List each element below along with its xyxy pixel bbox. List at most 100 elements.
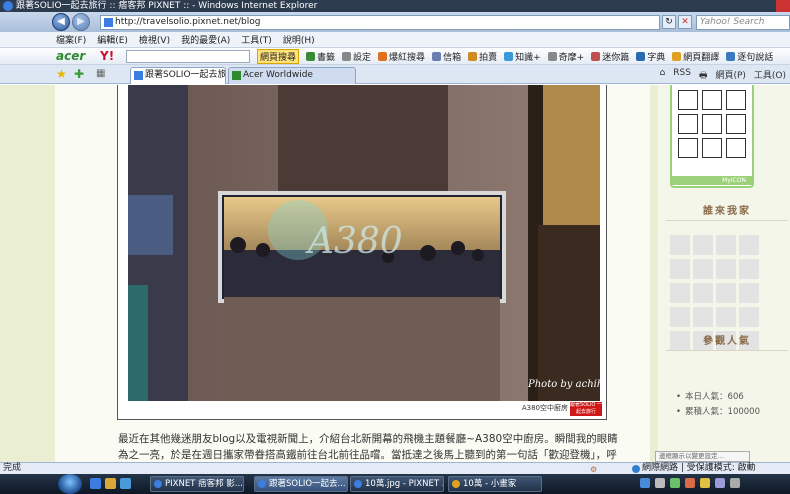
stat-today: 本日人氣：606	[676, 390, 760, 405]
quick-tabs-icon[interactable]: ▦	[96, 68, 108, 80]
icon-slot[interactable]	[726, 138, 746, 158]
icon-slot[interactable]	[702, 138, 722, 158]
command-bar-item[interactable]: ⌂	[660, 68, 666, 84]
watermark-stamp: 跟著SOLIO 一起去旅行	[570, 402, 602, 416]
visitor-avatar[interactable]	[693, 307, 713, 327]
toolbar-search-input[interactable]	[126, 49, 250, 63]
toolbar-button[interactable]: 字典	[636, 50, 665, 63]
taskbar: PIXNET 痞客邦 影... 跟著SOLIO一起去... 10萬.jpg - PI…	[0, 474, 790, 494]
search-input[interactable]: Yahoo! Search	[696, 15, 790, 30]
maximize-button[interactable]	[762, 0, 776, 12]
icon-slot[interactable]	[678, 138, 698, 158]
toolbar-button[interactable]: 設定	[342, 50, 371, 63]
folder-quicklaunch-icon[interactable]	[105, 478, 116, 489]
visitor-avatar[interactable]	[739, 235, 759, 255]
command-bar-item[interactable]: 工具(O)	[754, 68, 786, 84]
tab-label: 跟著SOLIO一起去旅行 ...	[145, 70, 226, 80]
menu-item[interactable]: 編輯(E)	[97, 33, 128, 46]
visitor-avatar[interactable]	[670, 235, 690, 255]
start-button[interactable]	[58, 474, 82, 494]
toolbar-button[interactable]: 知識+	[504, 50, 541, 63]
minimize-button[interactable]	[748, 0, 762, 12]
task-app-icon	[354, 480, 362, 488]
toolbar-button-label: 迷你篇	[602, 52, 630, 63]
toolbar-button[interactable]: 拍賣	[468, 50, 497, 63]
menu-item[interactable]: 檔案(F)	[56, 33, 86, 46]
icon-slot[interactable]	[726, 114, 746, 134]
toolbar-button[interactable]: 迷你篇	[591, 50, 629, 63]
visitor-avatar[interactable]	[693, 235, 713, 255]
yahoo-logo[interactable]: Y!	[100, 49, 122, 63]
acer-logo[interactable]: acer	[56, 49, 88, 63]
toolbar-button-icon	[726, 51, 736, 61]
visitor-avatar[interactable]	[670, 259, 690, 279]
visitor-avatar[interactable]	[693, 283, 713, 303]
toolbar-button[interactable]: 網頁搜尋	[257, 48, 300, 64]
command-bar-item[interactable]: 網頁(P)	[715, 68, 745, 84]
taskbar-task[interactable]: PIXNET 痞客邦 影...	[150, 476, 244, 492]
icon-slot[interactable]	[726, 90, 746, 110]
visitor-avatar[interactable]	[716, 307, 736, 327]
visitor-avatar[interactable]	[739, 283, 759, 303]
tab-favicon-icon	[232, 71, 241, 80]
desktop-quicklaunch-icon[interactable]	[120, 478, 131, 489]
toolbar-button-label: 書籤	[317, 52, 336, 63]
volume-tray-icon[interactable]	[655, 478, 665, 488]
app-tray-icon[interactable]	[715, 478, 725, 488]
toolbar-button-icon	[672, 51, 682, 61]
taskbar-task[interactable]: 跟著SOLIO一起去...	[254, 476, 348, 492]
back-button[interactable]: ◀	[52, 13, 70, 31]
browser-tab[interactable]: 跟著SOLIO一起去旅行 ...	[130, 67, 226, 84]
icon-grid	[678, 90, 746, 158]
task-label: 10萬 - 小畫家	[463, 479, 517, 489]
stop-icon[interactable]: ✕	[678, 15, 692, 29]
close-window-button[interactable]	[776, 0, 790, 12]
ie-quicklaunch-icon[interactable]	[90, 478, 101, 489]
network-tray-icon[interactable]	[640, 478, 650, 488]
stat-total: 累積人氣：100000	[676, 405, 760, 420]
toolbar-button-icon	[342, 51, 352, 61]
refresh-icon[interactable]: ↻	[662, 15, 676, 29]
toolbar-button[interactable]: 逐句說話	[726, 50, 773, 63]
visitor-avatar[interactable]	[716, 283, 736, 303]
browser-tab[interactable]: Acer Worldwide	[228, 67, 356, 84]
visitor-avatar[interactable]	[716, 259, 736, 279]
command-bar-item[interactable]: RSS	[673, 68, 691, 84]
toolbar-button[interactable]: 爆紅搜尋	[378, 50, 425, 63]
security-icon[interactable]: ⚙	[590, 464, 599, 474]
visitor-avatar[interactable]	[716, 235, 736, 255]
icon-slot[interactable]	[702, 114, 722, 134]
address-input[interactable]: http://travelsolio.pixnet.net/blog	[100, 15, 660, 30]
menu-item[interactable]: 檢視(V)	[139, 33, 170, 46]
app-tray-icon[interactable]	[730, 478, 740, 488]
visitor-avatar[interactable]	[670, 307, 690, 327]
icon-slot[interactable]	[678, 90, 698, 110]
toolbar-button-label: 爆紅搜尋	[389, 52, 426, 63]
taskbar-task[interactable]: 10萬.jpg - PIXNET ...	[350, 476, 444, 492]
menu-item[interactable]: 我的最愛(A)	[181, 33, 230, 46]
toolbar-button[interactable]: 信箱	[432, 50, 461, 63]
icon-slot[interactable]	[702, 90, 722, 110]
toolbar-button[interactable]: 書籤	[306, 50, 335, 63]
app-tray-icon[interactable]	[685, 478, 695, 488]
app-tray-icon[interactable]	[700, 478, 710, 488]
visitor-avatar[interactable]	[670, 283, 690, 303]
menu-item[interactable]: 說明(H)	[283, 33, 315, 46]
icon-slot[interactable]	[678, 114, 698, 134]
toolbar-button[interactable]: 網頁翻譯	[672, 50, 719, 63]
browser-window: 跟著SOLIO一起去旅行 :: 痞客邦 PIXNET :: - Windows …	[0, 0, 790, 494]
zone-text[interactable]: 網際網路 | 受保護模式: 啟動	[642, 463, 756, 474]
forward-button[interactable]: ▶	[72, 13, 90, 31]
add-favorite-icon[interactable]: ✚	[74, 68, 86, 80]
visitor-avatar[interactable]	[739, 259, 759, 279]
favorites-star-icon[interactable]: ★	[56, 68, 68, 80]
taskbar-task[interactable]: 10萬 - 小畫家	[448, 476, 542, 492]
visitor-avatar[interactable]	[739, 307, 759, 327]
toolbar-button[interactable]: 奇摩+	[547, 50, 584, 63]
command-bar-item[interactable]: 🖶	[699, 68, 708, 84]
task-app-icon	[258, 480, 266, 488]
menu-item[interactable]: 工具(T)	[241, 33, 272, 46]
myicon-brand[interactable]: MyICON	[672, 176, 752, 185]
app-tray-icon[interactable]	[670, 478, 680, 488]
visitor-avatar[interactable]	[693, 259, 713, 279]
